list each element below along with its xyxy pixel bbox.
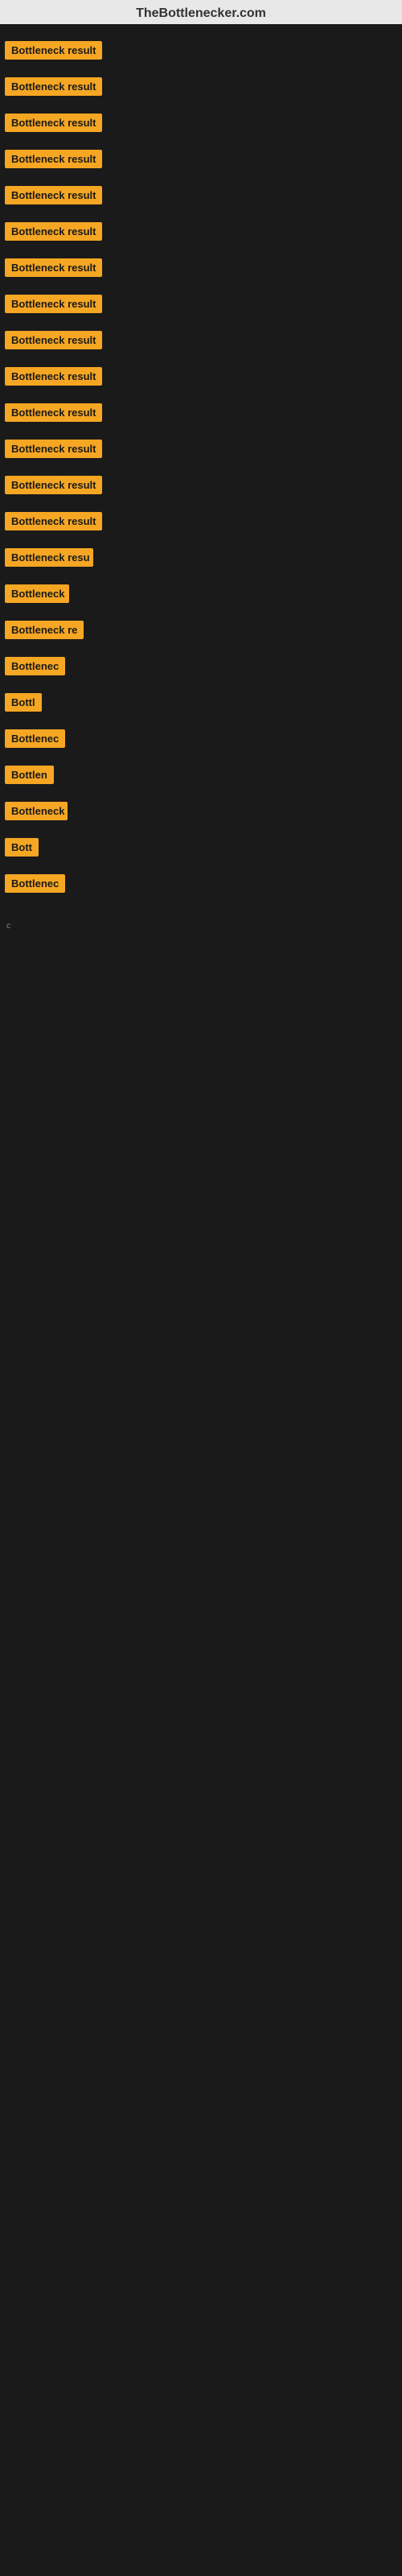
bottleneck-badge[interactable]: Bottleneck result [5,367,102,386]
bottleneck-row: Bottleneck resu [0,539,402,576]
bottleneck-badge[interactable]: Bottleneck re [5,621,84,639]
bottleneck-badge[interactable]: Bottleneck result [5,258,102,277]
bottleneck-row: Bottlenec [0,720,402,757]
bottleneck-row: Bottlenec [0,865,402,902]
bottleneck-row: Bottleneck result [0,394,402,431]
bottleneck-row: Bottleneck result [0,177,402,213]
bottleneck-row: Bottleneck result [0,503,402,539]
bottleneck-row: Bottleneck result [0,467,402,503]
bottleneck-badge[interactable]: Bottleneck result [5,186,102,204]
bottleneck-badge[interactable]: Bottl [5,693,42,712]
bottleneck-badge[interactable]: Bottleneck result [5,476,102,494]
small-label: c [3,920,14,932]
bottleneck-row: Bottleneck [0,576,402,612]
bottleneck-row: Bottleneck result [0,431,402,467]
bottleneck-row: Bottleneck [0,793,402,829]
bottom-section [0,1151,402,1634]
bottleneck-row: Bottl [0,684,402,720]
bottleneck-row: Bottleneck re [0,612,402,648]
bottleneck-badge[interactable]: Bottlenec [5,874,65,893]
bottleneck-row: Bottleneck result [0,250,402,286]
bottleneck-badge[interactable]: Bottlen [5,766,54,784]
bottleneck-badge[interactable]: Bottleneck result [5,512,102,530]
bottleneck-row: Bottleneck result [0,141,402,177]
bottleneck-badge[interactable]: Bottlenec [5,657,65,675]
bottleneck-row: Bottleneck result [0,358,402,394]
bottleneck-badge[interactable]: Bottleneck result [5,222,102,241]
bottleneck-row: Bott [0,829,402,865]
bottleneck-badge[interactable]: Bottleneck result [5,331,102,349]
bottleneck-badge[interactable]: Bottleneck result [5,440,102,458]
bottleneck-row: Bottlenec [0,648,402,684]
bottleneck-row: Bottleneck result [0,105,402,141]
bottleneck-badge[interactable]: Bottleneck result [5,150,102,168]
bottleneck-badge[interactable]: Bottleneck result [5,403,102,422]
bottleneck-row: Bottlen [0,757,402,793]
bottleneck-row: Bottleneck result [0,68,402,105]
bottleneck-badge[interactable]: Bottleneck result [5,77,102,96]
bottleneck-badge[interactable]: Bottleneck result [5,114,102,132]
bottleneck-row: Bottleneck result [0,322,402,358]
bottleneck-badge[interactable]: Bottlenec [5,729,65,748]
site-title: TheBottlenecker.com [136,6,266,20]
bottleneck-badge[interactable]: Bottleneck resu [5,548,93,567]
bottleneck-badge[interactable]: Bottleneck [5,802,68,820]
bottleneck-row: Bottleneck result [0,213,402,250]
bottleneck-badge[interactable]: Bottleneck result [5,295,102,313]
bottleneck-badge[interactable]: Bottleneck result [5,41,102,60]
bottleneck-row: Bottleneck result [0,32,402,68]
content-area: Bottleneck result Bottleneck result Bottle… [0,24,402,910]
site-header: TheBottlenecker.com [0,0,402,24]
bottleneck-row: Bottleneck result [0,286,402,322]
bottleneck-badge[interactable]: Bott [5,838,39,857]
spacer-section: c [0,910,402,1151]
bottleneck-badge[interactable]: Bottleneck [5,584,69,603]
